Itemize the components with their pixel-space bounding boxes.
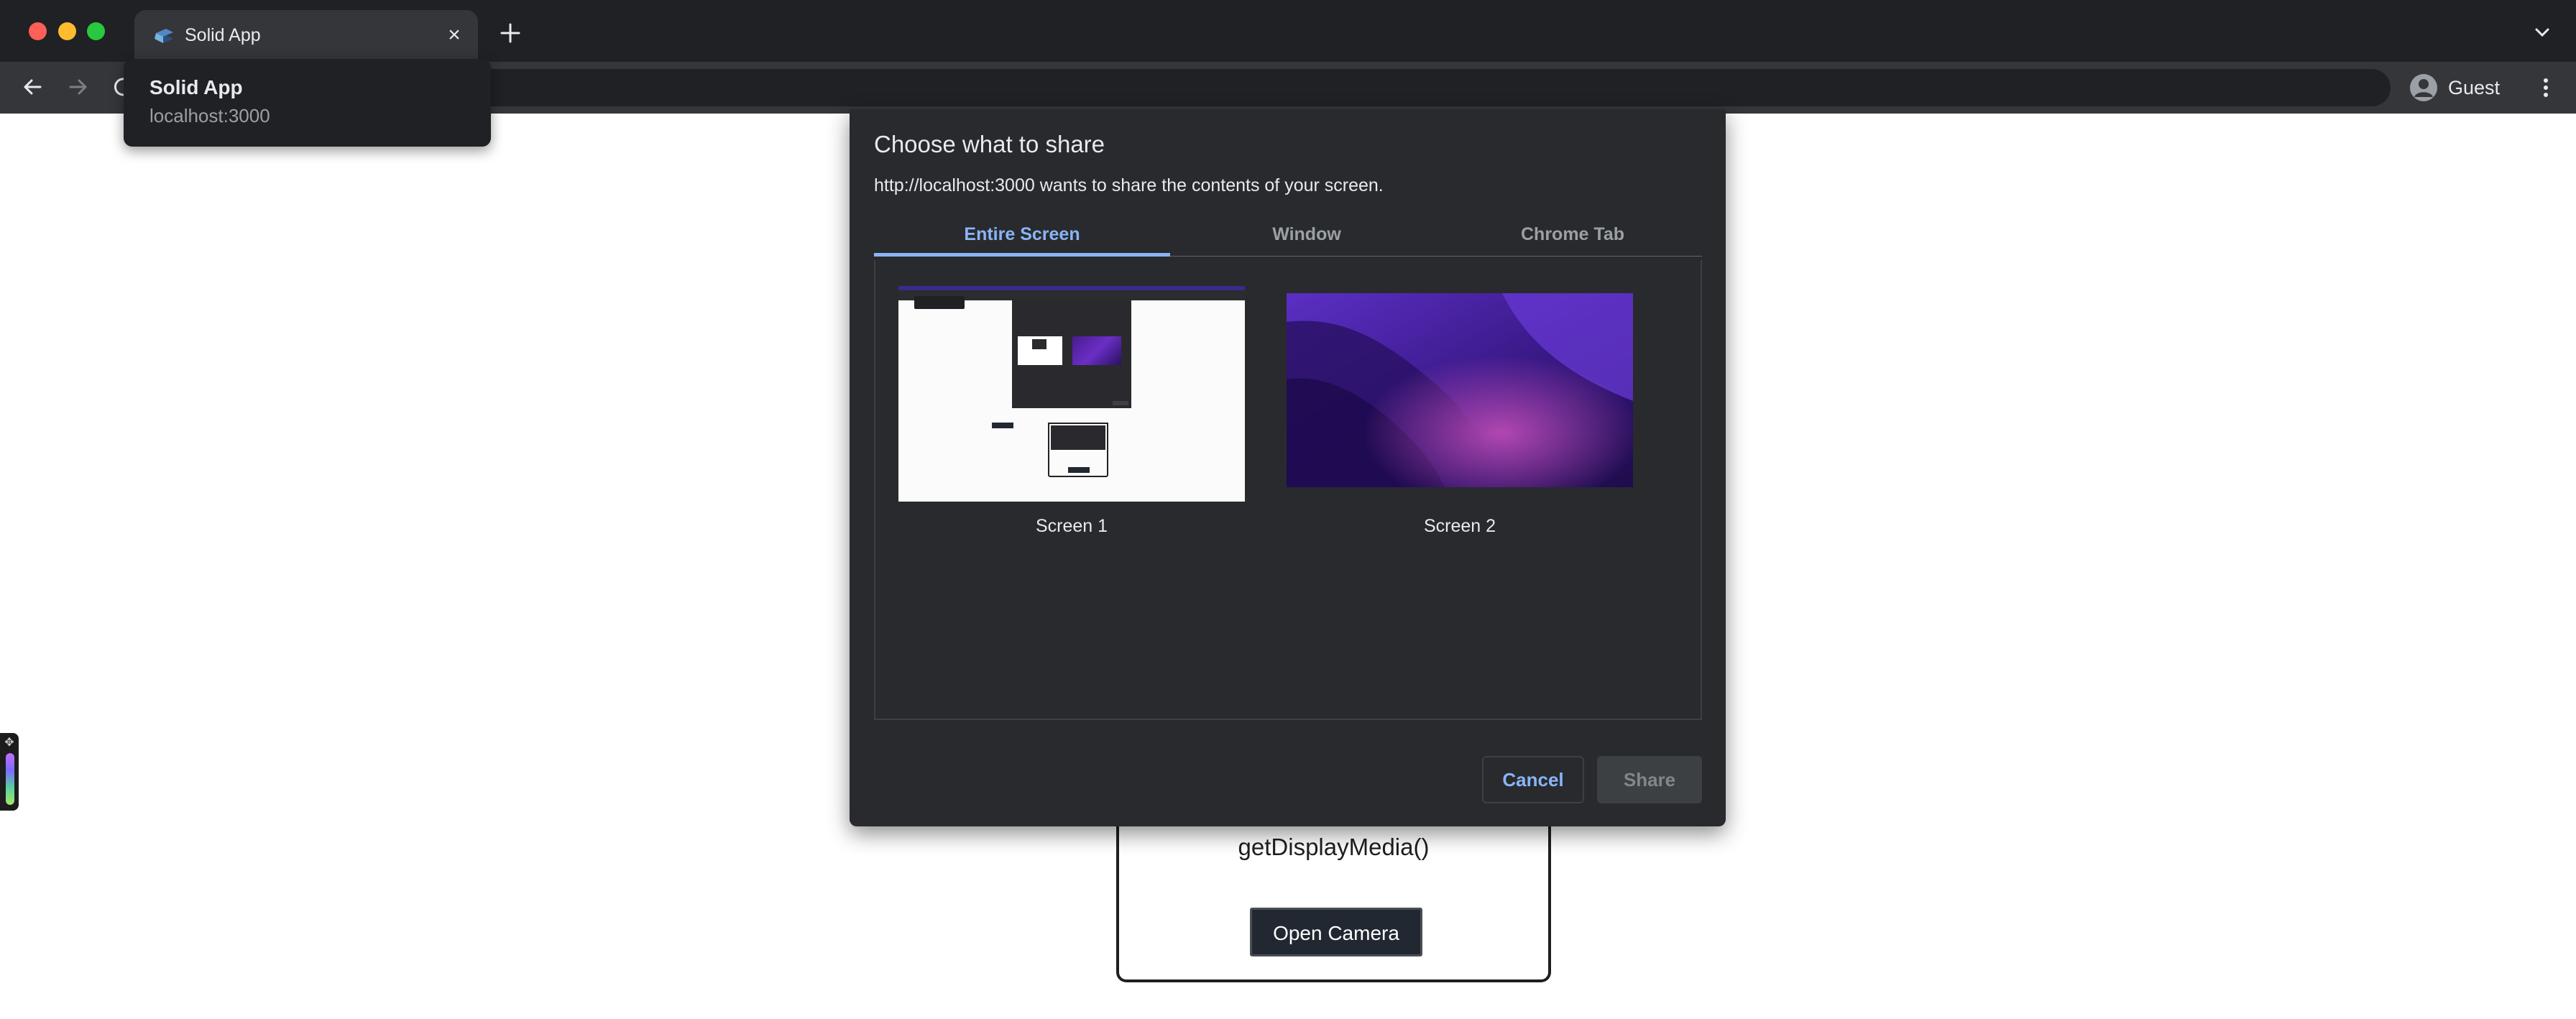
mini-card-dialog [1051, 425, 1105, 450]
back-arrow-icon[interactable] [19, 73, 46, 101]
dialog-subtitle: http://localhost:3000 wants to share the… [874, 175, 1384, 195]
cancel-button[interactable]: Cancel [1482, 756, 1584, 803]
function-label: getDisplayMedia() [1238, 834, 1430, 860]
window-maximize-button[interactable] [87, 22, 105, 40]
mini-card-button [1068, 467, 1090, 473]
screen-1-thumbnail[interactable] [898, 286, 1245, 502]
hover-card-url: localhost:3000 [150, 105, 270, 126]
tab-close-icon[interactable]: × [442, 23, 466, 47]
mini-dialog-inner [1032, 339, 1046, 349]
open-camera-button[interactable]: Open Camera [1250, 908, 1422, 956]
screen-picker-pane: Screen 1 Screen 2 [874, 260, 1702, 720]
tab-window[interactable]: Window [1170, 224, 1443, 245]
mini-screen-1 [1018, 336, 1062, 365]
window-close-button[interactable] [29, 22, 47, 40]
tab-chrome-tab[interactable]: Chrome Tab [1443, 224, 1702, 245]
dialog-title: Choose what to share [874, 131, 1105, 157]
screen-1-label: Screen 1 [1035, 516, 1108, 536]
hover-card-title: Solid App [150, 76, 243, 98]
tab-title: Solid App [185, 25, 261, 45]
chevron-down-icon[interactable] [2531, 22, 2553, 43]
tab-hover-card: Solid App localhost:3000 [124, 59, 491, 147]
mini-share-btn [1113, 401, 1128, 405]
desktop-wallpaper [1287, 293, 1633, 487]
kebab-menu-icon[interactable] [2537, 72, 2554, 103]
mini-dialog [1012, 300, 1131, 408]
profile-button[interactable]: Guest [2404, 69, 2533, 106]
mini-button [992, 423, 1013, 428]
demo-card: getDisplayMedia() Open Camera [1116, 826, 1551, 982]
screen-2-label: Screen 2 [1423, 516, 1496, 536]
tab-entire-screen[interactable]: Entire Screen [874, 224, 1170, 245]
share-screen-dialog: Choose what to share http://localhost:30… [850, 109, 1726, 826]
address-bar[interactable] [157, 69, 2391, 106]
browser-titlebar: Solid App × [0, 0, 2576, 62]
color-bar [6, 753, 14, 805]
selected-tab-indicator [874, 253, 1170, 257]
mini-hovercard [914, 296, 965, 309]
browser-tab[interactable]: Solid App × [134, 10, 478, 62]
move-handle-icon[interactable]: ✥ [4, 737, 15, 749]
avatar-icon [2410, 74, 2437, 101]
window-minimize-button[interactable] [58, 22, 76, 40]
share-button[interactable]: Share [1597, 756, 1702, 803]
new-tab-icon[interactable] [496, 19, 525, 47]
forward-arrow-icon[interactable] [65, 73, 92, 101]
mini-screen-2 [1072, 336, 1121, 365]
edge-widget[interactable]: ✥ [0, 733, 19, 811]
solid-logo-icon [155, 29, 173, 43]
screen-2-thumbnail[interactable] [1287, 293, 1633, 487]
mini-card [1048, 423, 1108, 477]
profile-name: Guest [2448, 77, 2501, 98]
